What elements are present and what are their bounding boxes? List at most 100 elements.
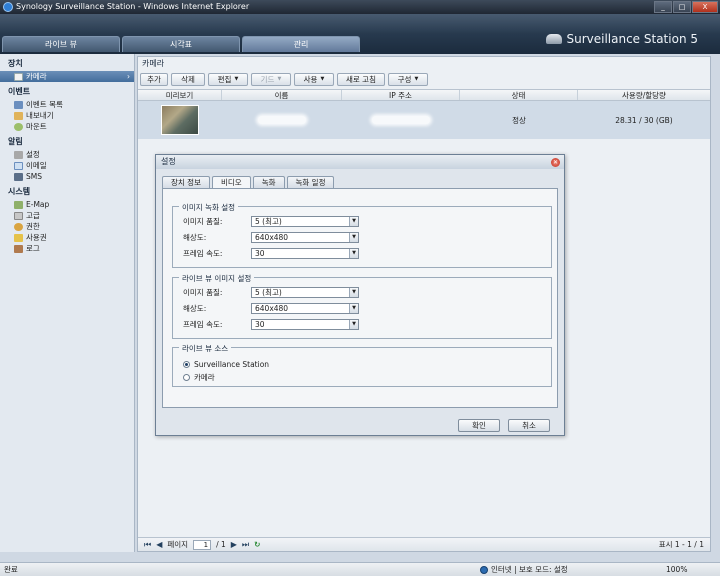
record-resolution-select[interactable]: 640x480 ▼ [251,231,359,243]
field-label: 해상도: [183,303,207,313]
permission-icon [14,222,23,231]
column-status[interactable]: 상태 [460,90,578,100]
sidebar-item-export[interactable]: 내보내기 [0,110,134,121]
record-framerate-select[interactable]: 30 ▼ [251,247,359,259]
page-input[interactable]: 1 [193,539,212,550]
sidebar-section-notification: 알림 [8,137,23,146]
panel-title: 카메라 [142,59,165,68]
source-surveillance-radio[interactable]: Surveillance Station [183,360,269,369]
row-status: 정상 [512,115,526,125]
chevron-down-icon: ▼ [414,76,419,82]
live-framerate-select[interactable]: 30 ▼ [251,318,359,330]
field-label: 프레임 속도: [183,248,223,258]
tab-timeline[interactable]: 시각표 [122,36,240,52]
camera-logo-icon [546,34,563,44]
zoom-level[interactable]: 100% [666,563,687,576]
sidebar-item-mount[interactable]: 마운트 [0,121,134,132]
brand-title: Surveillance Station 5 [566,32,698,46]
chevron-down-icon: ▼ [234,76,239,82]
chevron-down-icon: ▼ [320,76,325,82]
field-label: 이미지 품질: [183,216,223,226]
add-button[interactable]: 추가 [140,73,168,86]
live-quality-select[interactable]: 5 (최고) ▼ [251,286,359,298]
next-page-icon[interactable]: ▶ [231,540,237,549]
sms-icon [14,172,23,181]
enable-dropdown[interactable]: 사용 ▼ [294,73,334,86]
close-window-button[interactable]: X [692,1,718,13]
table-header: 미리보기 이름 IP 주소 상태 사용량/할당량 [138,89,710,101]
sidebar-item-emap[interactable]: E-Map [0,199,134,210]
tab-live-view[interactable]: 라이브 뷰 [2,36,120,52]
chevron-down-icon: ▼ [349,248,358,258]
export-icon [14,111,23,120]
chevron-right-icon: › [127,72,130,81]
record-settings-group: 이미지 녹화 설정 이미지 품질: 5 (최고) ▼ 해상도: 640x480 ▼ … [172,202,552,268]
prev-page-icon[interactable]: ◀ [156,540,162,549]
tab-recording-schedule[interactable]: 녹화 일정 [286,176,335,188]
sidebar-section-event: 이벤트 [8,87,31,96]
sidebar-item-label: 내보내기 [26,111,54,120]
window-controls: _ □ X [654,1,718,13]
main-tabs: 라이브 뷰 시각표 관리 [2,36,360,52]
toolbar: 추가 삭제 편집 ▼ 기드 ▼ 사용 ▼ 새로 고침 구성 ▼ [138,71,710,88]
radio-unselected-icon [183,374,190,381]
sidebar-item-settings[interactable]: 설정 [0,149,134,160]
guide-dropdown[interactable]: 기드 ▼ [251,73,291,86]
first-page-icon[interactable]: ⏮ [144,540,151,550]
live-resolution-select[interactable]: 640x480 ▼ [251,302,359,314]
mount-icon [14,122,23,131]
app-header: 라이브 뷰 시각표 관리 Surveillance Station 5 [0,14,720,54]
chevron-down-icon: ▼ [349,303,358,313]
liveview-source-legend: 라이브 뷰 소스 [179,343,232,354]
tab-device-info[interactable]: 장치 정보 [162,176,210,188]
cancel-button[interactable]: 취소 [508,419,550,432]
sidebar-item-license[interactable]: 사용권 [0,232,134,243]
column-preview[interactable]: 미리보기 [138,90,222,100]
record-quality-select[interactable]: 5 (최고) ▼ [251,215,359,227]
window-title: Synology Surveillance Station - Windows … [16,2,250,11]
sidebar-item-label: 고급 [26,211,40,220]
sidebar-item-camera[interactable]: 카메라 › [0,71,134,82]
column-ip[interactable]: IP 주소 [342,90,460,100]
sidebar-item-label: SMS [26,172,42,181]
page-total: / 1 [216,540,226,549]
column-usage[interactable]: 사용량/할당량 [578,90,710,100]
brand: Surveillance Station 5 [546,32,698,46]
sidebar-item-advanced[interactable]: 고급 [0,210,134,221]
refresh-icon[interactable]: ↻ [254,540,260,549]
redacted-ip [372,116,430,124]
sidebar-item-log[interactable]: 로그 [0,243,134,254]
minimize-button[interactable]: _ [654,1,672,13]
pager: ⏮ ◀ 페이지 1 / 1 ▶ ⏭ ↻ 표시 1 - 1 / 1 [138,537,710,551]
ok-button[interactable]: 확인 [458,419,500,432]
delete-button[interactable]: 삭제 [171,73,205,86]
camera-icon [14,72,23,81]
sidebar-item-permission[interactable]: 권한 [0,221,134,232]
last-page-icon[interactable]: ⏭ [242,540,249,550]
sidebar-item-email[interactable]: 이메일 [0,160,134,171]
liveview-settings-group: 라이브 뷰 이미지 설정 이미지 품질: 5 (최고) ▼ 해상도: 640x48… [172,273,552,339]
liveview-settings-legend: 라이브 뷰 이미지 설정 [179,273,255,284]
dialog-close-icon[interactable]: ✕ [551,158,560,167]
email-icon [14,161,23,170]
sidebar-item-label: 이메일 [26,161,47,170]
configure-dropdown[interactable]: 구성 ▼ [388,73,428,86]
tab-management[interactable]: 관리 [242,36,360,52]
field-label: 해상도: [183,232,207,242]
redacted-name [258,116,306,124]
tab-recording[interactable]: 녹화 [252,176,285,188]
sidebar-item-event-list[interactable]: 이벤트 목록 [0,99,134,110]
dialog-body: 이미지 녹화 설정 이미지 품질: 5 (최고) ▼ 해상도: 640x480 ▼ … [162,188,558,408]
column-name[interactable]: 이름 [222,90,342,100]
chevron-down-icon: ▼ [349,216,358,226]
sidebar-item-label: 이벤트 목록 [26,100,63,109]
source-camera-radio[interactable]: 카메라 [183,372,215,383]
radio-selected-icon [183,361,190,368]
refresh-button[interactable]: 새로 고침 [337,73,385,86]
maximize-button[interactable]: □ [673,1,691,13]
sidebar-item-label: 설정 [26,150,40,159]
sidebar-item-sms[interactable]: SMS [0,171,134,182]
record-settings-legend: 이미지 녹화 설정 [179,202,239,213]
table-row[interactable]: 정상 28.31 / 30 (GB) [138,101,710,139]
edit-dropdown[interactable]: 편집 ▼ [208,73,248,86]
